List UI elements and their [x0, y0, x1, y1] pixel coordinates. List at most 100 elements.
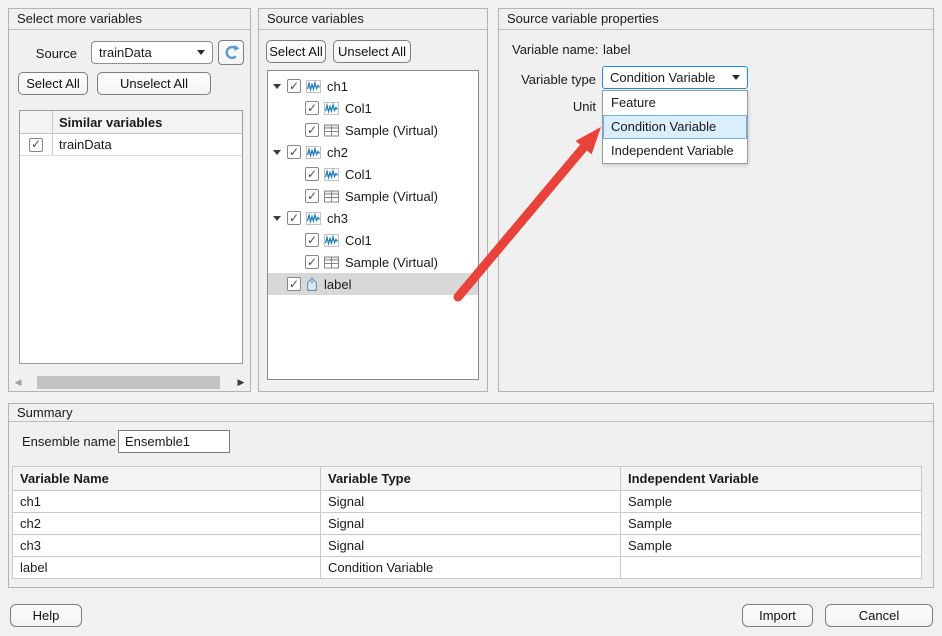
variable-type-label: Variable type: [499, 72, 596, 87]
tree-item-col1[interactable]: ✓ Col1: [268, 97, 478, 119]
checkbox[interactable]: ✓: [29, 138, 43, 152]
check-icon: ✓: [289, 278, 299, 290]
refresh-icon: [223, 44, 240, 61]
checkbox[interactable]: ✓: [305, 101, 319, 115]
check-icon: ✓: [307, 102, 317, 114]
chevron-down-icon: [197, 50, 205, 55]
select-all-button[interactable]: Select All: [18, 72, 88, 95]
tree-item-col1[interactable]: ✓ Col1: [268, 163, 478, 185]
tree-item-label-variable[interactable]: ✓ label: [268, 273, 478, 295]
cell-independent-variable: Sample: [621, 491, 922, 513]
cell-variable-type: Condition Variable: [321, 557, 621, 579]
check-icon: ✓: [307, 124, 317, 136]
tree-item-label: Sample (Virtual): [345, 255, 438, 270]
checkbox[interactable]: ✓: [287, 145, 301, 159]
check-icon: ✓: [31, 138, 41, 150]
column-header: Variable Name: [13, 467, 321, 491]
tree-item-col1[interactable]: ✓ Col1: [268, 229, 478, 251]
similar-variables-header-row: Similar variables: [20, 111, 242, 134]
tag-icon: [306, 277, 318, 292]
check-icon: ✓: [307, 234, 317, 246]
signal-icon: [324, 168, 339, 181]
tree-item-ch1[interactable]: ✓ ch1: [268, 75, 478, 97]
checkbox[interactable]: ✓: [305, 189, 319, 203]
table-row: ch1 Signal Sample: [13, 491, 922, 513]
scrollbar-thumb[interactable]: [37, 376, 220, 389]
source-dropdown-value: trainData: [99, 45, 152, 60]
tree-item-label: ch2: [327, 145, 348, 160]
cell-variable-name: ch3: [13, 535, 321, 557]
option-condition-variable[interactable]: Condition Variable: [603, 115, 747, 139]
option-independent-variable[interactable]: Independent Variable: [603, 139, 747, 163]
tree-item-sample-virtual[interactable]: ✓ Sample (Virtual): [268, 185, 478, 207]
signal-icon: [324, 234, 339, 247]
source-label: Source: [15, 46, 77, 61]
select-all-button[interactable]: Select All: [266, 40, 326, 63]
variable-type-dropdown[interactable]: Condition Variable: [602, 66, 748, 89]
table-row: label Condition Variable: [13, 557, 922, 579]
grid-icon: [324, 190, 339, 203]
source-dropdown[interactable]: trainData: [91, 41, 213, 64]
column-header: Variable Type: [321, 467, 621, 491]
cell-independent-variable: Sample: [621, 535, 922, 557]
signal-icon: [324, 102, 339, 115]
column-header: Independent Variable: [621, 467, 922, 491]
table-row: ch3 Signal Sample: [13, 535, 922, 557]
scroll-left-icon[interactable]: ◀: [12, 376, 24, 389]
table-row[interactable]: ✓ trainData: [20, 134, 242, 156]
check-icon: ✓: [307, 190, 317, 202]
unselect-all-button[interactable]: Unselect All: [97, 72, 211, 95]
tree-item-sample-virtual[interactable]: ✓ Sample (Virtual): [268, 251, 478, 273]
checkbox[interactable]: ✓: [305, 167, 319, 181]
chevron-down-icon: [732, 75, 740, 80]
signal-icon: [306, 80, 321, 93]
cell-variable-name: ch1: [13, 491, 321, 513]
tree-item-label: label: [324, 277, 351, 292]
tree-item-label: ch3: [327, 211, 348, 226]
tree-item-sample-virtual[interactable]: ✓ Sample (Virtual): [268, 119, 478, 141]
tree-item-label: Col1: [345, 233, 372, 248]
signal-icon: [306, 146, 321, 159]
unselect-all-button[interactable]: Unselect All: [333, 40, 411, 63]
checkbox[interactable]: ✓: [305, 255, 319, 269]
collapse-arrow-icon[interactable]: [273, 150, 282, 155]
panel-title: Source variable properties: [499, 9, 933, 30]
option-feature[interactable]: Feature: [603, 91, 747, 115]
source-variable-properties-panel: Source variable properties Variable name…: [498, 8, 934, 392]
refresh-button[interactable]: [218, 40, 244, 65]
panel-title: Summary: [9, 404, 933, 422]
summary-panel: Summary Ensemble name Variable Name Vari…: [8, 403, 934, 588]
tree-item-ch3[interactable]: ✓ ch3: [268, 207, 478, 229]
checkbox[interactable]: ✓: [305, 123, 319, 137]
import-button[interactable]: Import: [742, 604, 813, 627]
ensemble-name-label: Ensemble name: [22, 434, 116, 449]
cell-variable-type: Signal: [321, 513, 621, 535]
collapse-arrow-icon[interactable]: [273, 84, 282, 89]
check-icon: ✓: [289, 146, 299, 158]
variable-type-value: Condition Variable: [610, 70, 715, 85]
help-button[interactable]: Help: [10, 604, 82, 627]
cell-independent-variable: Sample: [621, 513, 922, 535]
checkbox[interactable]: ✓: [287, 211, 301, 225]
tree-item-label: Sample (Virtual): [345, 123, 438, 138]
scroll-right-icon[interactable]: ▶: [235, 376, 247, 389]
collapse-arrow-icon[interactable]: [273, 216, 282, 221]
summary-table: Variable Name Variable Type Independent …: [12, 466, 922, 579]
tree-item-label: Sample (Virtual): [345, 189, 438, 204]
cancel-button[interactable]: Cancel: [825, 604, 933, 627]
signal-icon: [306, 212, 321, 225]
ensemble-name-input[interactable]: [118, 430, 230, 453]
similar-variables-table: Similar variables ✓ trainData: [19, 110, 243, 364]
horizontal-scrollbar[interactable]: ◀ ▶: [12, 376, 247, 389]
select-more-variables-panel: Select more variables Source trainData S…: [8, 8, 251, 392]
tree-item-ch2[interactable]: ✓ ch2: [268, 141, 478, 163]
unit-label: Unit: [499, 99, 596, 114]
import-dialog: Select more variables Source trainData S…: [0, 0, 942, 636]
checkbox[interactable]: ✓: [287, 277, 301, 291]
checkbox[interactable]: ✓: [305, 233, 319, 247]
variable-type-options-list: Feature Condition Variable Independent V…: [602, 90, 748, 164]
variable-name: trainData: [53, 137, 112, 152]
tree-item-label: ch1: [327, 79, 348, 94]
checkbox[interactable]: ✓: [287, 79, 301, 93]
cell-variable-name: ch2: [13, 513, 321, 535]
